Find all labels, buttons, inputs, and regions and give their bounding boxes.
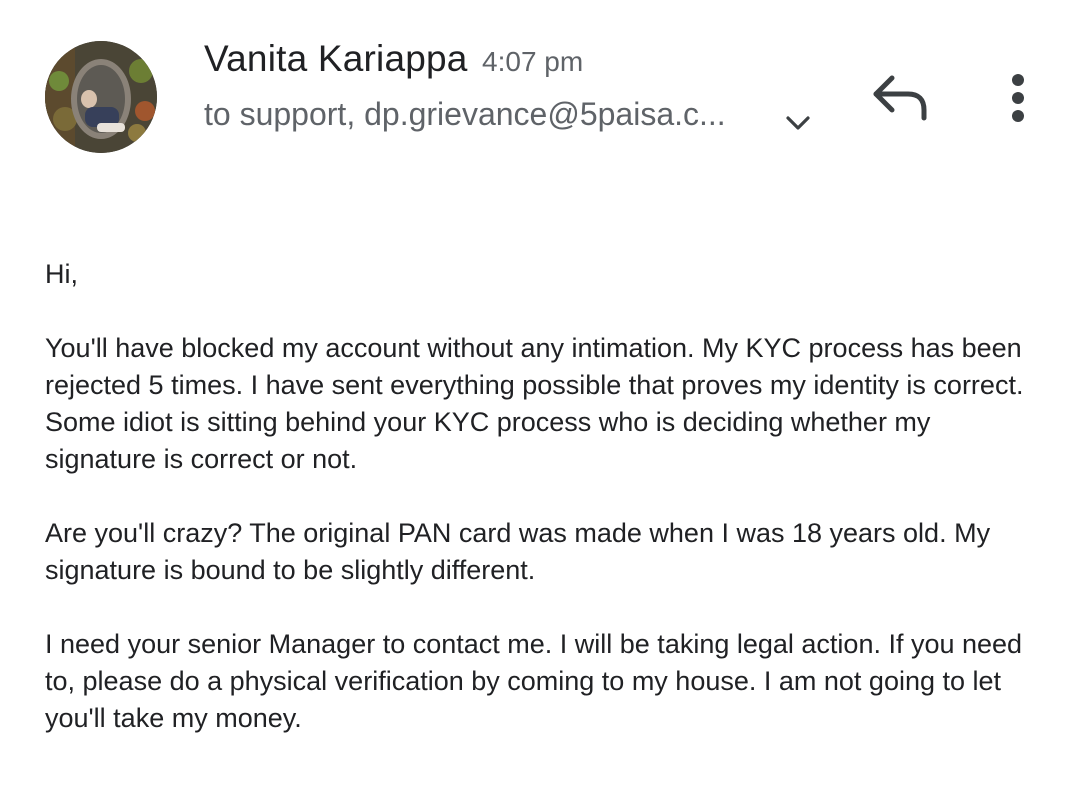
message-time: 4:07 pm [482,46,584,77]
message-header: Vanita Kariappa 4:07 pm to support, dp.g… [0,0,1080,170]
reply-button[interactable] [866,70,932,126]
chevron-down-icon [786,116,810,130]
sender-line: Vanita Kariappa 4:07 pm [204,38,583,80]
body-paragraph: Are you'll crazy? The original PAN card … [45,518,991,585]
more-options-button[interactable] [998,70,1038,126]
greeting: Hi, [45,259,78,289]
more-vert-icon [1012,74,1024,122]
reply-icon [873,75,927,121]
recipients-summary[interactable]: to support, dp.grievance@5paisa.c... [204,96,726,133]
body-paragraph: I need your senior Manager to contact me… [45,629,1023,733]
message-body: Hi, You'll have blocked my account witho… [45,256,1045,774]
sender-avatar[interactable] [45,41,157,153]
profile-photo [45,41,157,153]
expand-recipients-button[interactable] [780,106,816,142]
body-paragraph: You'll have blocked my account without a… [45,333,1024,474]
sender-name[interactable]: Vanita Kariappa [204,38,468,79]
